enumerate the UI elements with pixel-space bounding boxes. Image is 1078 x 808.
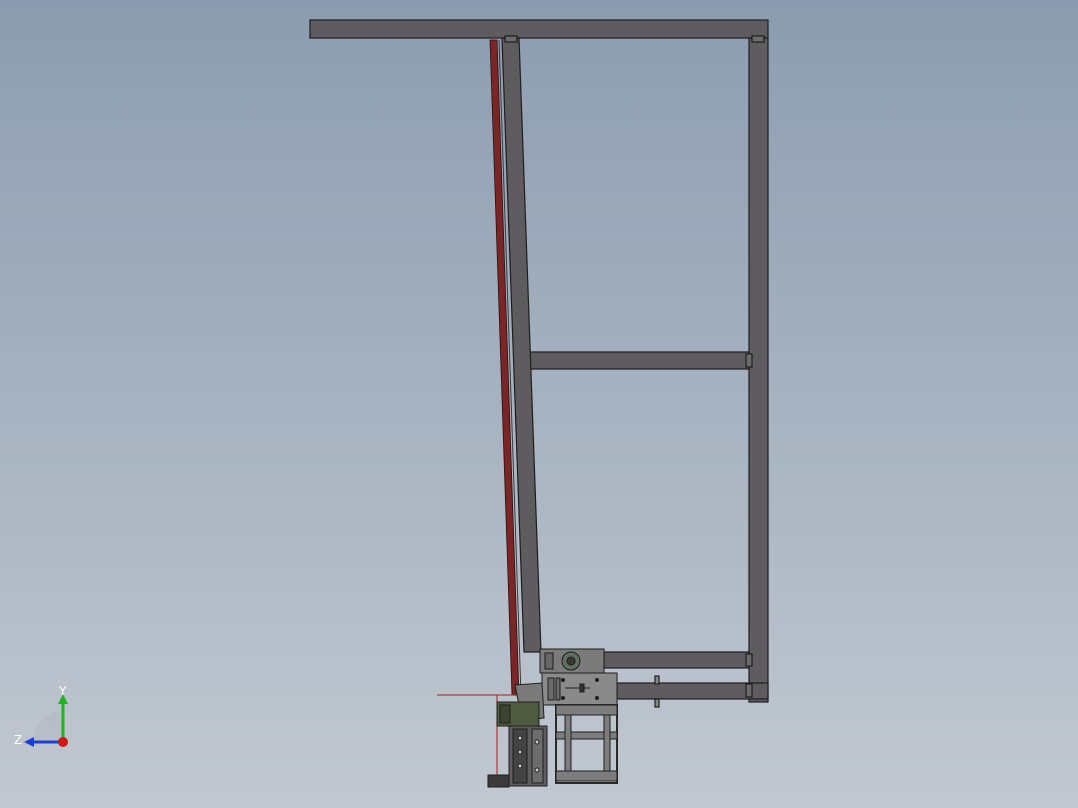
bolt-lower[interactable] <box>654 698 660 708</box>
middle-cross-beam[interactable] <box>527 351 750 370</box>
post-cap-top[interactable] <box>751 35 765 43</box>
graphics-viewport[interactable]: Y Z <box>0 0 1078 808</box>
lower-cross-beam[interactable] <box>603 651 750 669</box>
frame-structure[interactable] <box>309 19 769 708</box>
y-axis-label: Y <box>58 684 67 698</box>
drive-assembly[interactable] <box>487 648 618 788</box>
frame-model[interactable] <box>0 0 1078 808</box>
z-axis-label: Z <box>14 733 22 747</box>
orientation-triad: Y Z <box>14 684 68 747</box>
triad-arc <box>33 711 63 741</box>
top-beam[interactable] <box>309 19 769 39</box>
x-axis-dot <box>58 737 68 747</box>
post-joint-bottom[interactable] <box>745 683 753 698</box>
bolt-upper[interactable] <box>654 675 660 685</box>
right-post[interactable] <box>748 37 769 703</box>
bottom-cross-beam[interactable] <box>616 682 769 700</box>
post-joint-mid[interactable] <box>745 353 753 368</box>
z-axis-arrow <box>24 737 34 747</box>
column-cap-top[interactable] <box>504 35 518 43</box>
foot-block[interactable] <box>487 774 510 788</box>
post-joint-low[interactable] <box>745 653 753 667</box>
